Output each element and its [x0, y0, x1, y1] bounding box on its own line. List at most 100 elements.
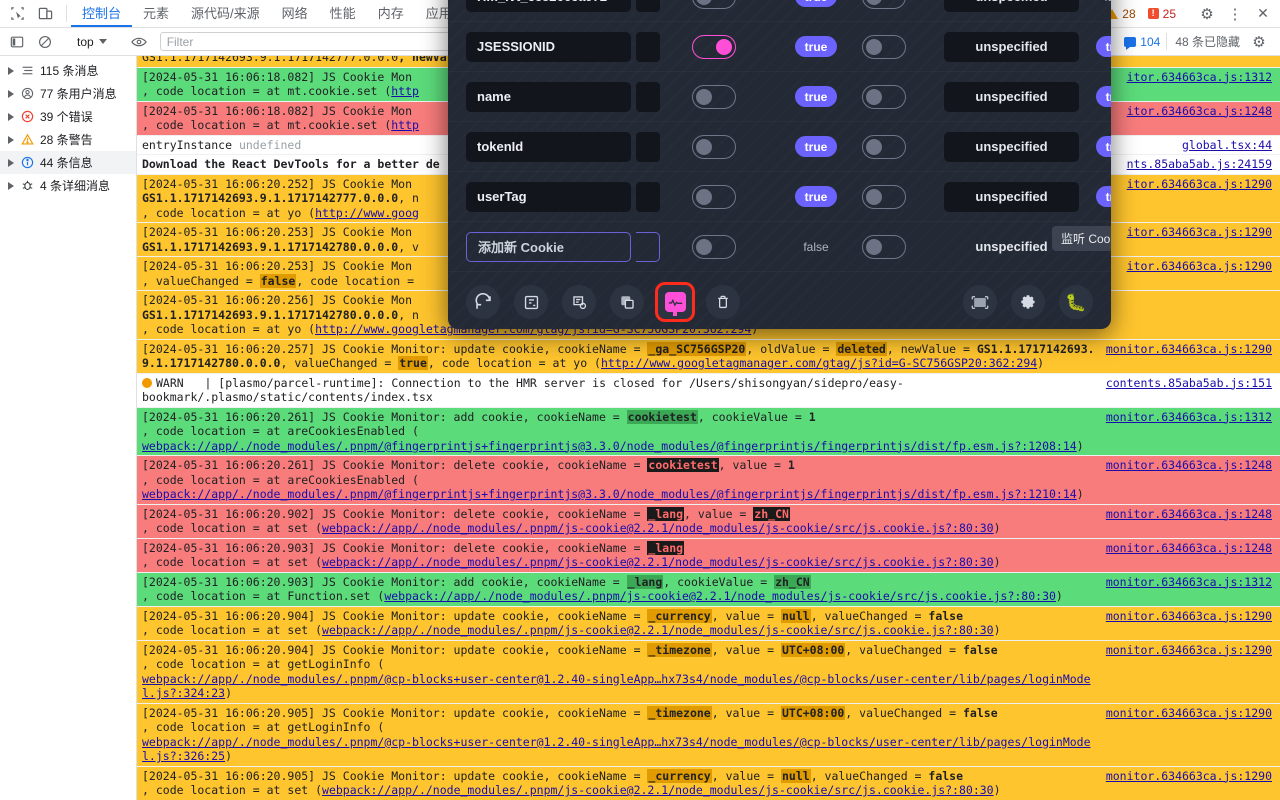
cookie-row[interactable]: Hm_lvt_cc8266ca972 true unspecified false [448, 0, 1111, 22]
session-toggle[interactable] [862, 185, 906, 209]
console-source-link[interactable]: monitor.634663ca.js:1248 [1106, 541, 1280, 556]
sidebar-item-messages[interactable]: 115 条消息 [0, 59, 136, 82]
sidebar-item-warnings[interactable]: 28 条警告 [0, 128, 136, 151]
cookie-value-input[interactable] [636, 132, 660, 162]
partitioned-pill[interactable]: true [1096, 86, 1111, 107]
message-count-badge[interactable]: 104 [1124, 35, 1160, 49]
expand-arrow-icon[interactable] [8, 159, 14, 167]
close-icon[interactable]: ✕ [1250, 2, 1276, 26]
settings-gear-icon[interactable] [1011, 285, 1045, 319]
console-source-link[interactable]: monitor.634663ca.js:1290 [1106, 609, 1280, 624]
samesite-select[interactable]: unspecified [944, 82, 1079, 112]
partitioned-pill[interactable]: true [1096, 186, 1111, 207]
tab-sources[interactable]: 源代码/来源 [180, 0, 271, 27]
execution-context-select[interactable]: top [71, 33, 113, 51]
cookie-name-input[interactable]: name [466, 82, 631, 112]
session-toggle[interactable] [862, 135, 906, 159]
partitioned-pill[interactable]: false [1094, 0, 1111, 7]
secure-pill[interactable]: true [795, 136, 838, 157]
console-source-link[interactable]: monitor.634663ca.js:1312 [1106, 410, 1280, 425]
console-log-row[interactable]: [2024-05-31 16:06:20.903] JS Cookie Moni… [137, 573, 1280, 607]
tab-elements[interactable]: 元素 [132, 0, 180, 27]
http-only-toggle[interactable] [692, 185, 736, 209]
console-source-link[interactable]: nts.85aba5ab.js:24159 [1127, 157, 1280, 172]
more-options-icon[interactable]: ⋮ [1222, 2, 1248, 26]
http-only-toggle[interactable] [692, 35, 736, 59]
http-only-toggle[interactable] [692, 0, 736, 9]
monitor-cookie-icon[interactable] [658, 285, 692, 319]
partitioned-pill[interactable]: true [1096, 36, 1111, 57]
cookie-row[interactable]: 添加新 Cookiefalseunspecifiedfalse [448, 222, 1111, 272]
live-expression-icon[interactable] [126, 30, 152, 54]
console-source-link[interactable]: monitor.634663ca.js:1312 [1106, 575, 1280, 590]
clear-console-icon[interactable] [32, 30, 58, 54]
console-log-row[interactable]: [2024-05-31 16:06:20.261] JS Cookie Moni… [137, 456, 1280, 505]
cookie-value-input[interactable] [636, 0, 660, 12]
session-toggle[interactable] [862, 35, 906, 59]
console-log-row[interactable]: [2024-05-31 16:06:20.904] JS Cookie Moni… [137, 641, 1280, 704]
console-log-row[interactable]: WARN | [plasmo/parcel-runtime]: Connecti… [137, 374, 1280, 408]
sidebar-toggle-icon[interactable] [4, 30, 30, 54]
session-toggle[interactable] [862, 85, 906, 109]
console-log-row[interactable]: [2024-05-31 16:06:20.905] JS Cookie Moni… [137, 767, 1280, 800]
console-source-link[interactable]: itor.634663ca.js:1312 [1127, 70, 1280, 85]
inspect-element-icon[interactable] [4, 2, 30, 26]
console-source-link[interactable]: itor.634663ca.js:1248 [1127, 104, 1280, 119]
filter-input[interactable] [160, 32, 450, 51]
tab-memory[interactable]: 内存 [367, 0, 415, 27]
console-source-link[interactable]: monitor.634663ca.js:1290 [1106, 643, 1280, 658]
cookie-name-input[interactable]: userTag [466, 182, 631, 212]
gear-icon[interactable]: ⚙ [1194, 2, 1220, 26]
sidebar-item-errors[interactable]: 39 个错误 [0, 105, 136, 128]
tab-console[interactable]: 控制台 [71, 0, 132, 27]
sidebar-item-user-messages[interactable]: 77 条用户消息 [0, 82, 136, 105]
console-log-row[interactable]: [2024-05-31 16:06:20.261] JS Cookie Moni… [137, 408, 1280, 457]
cookie-value-input[interactable] [636, 182, 660, 212]
console-source-link[interactable]: global.tsx:44 [1182, 138, 1280, 153]
expand-arrow-icon[interactable] [8, 67, 14, 75]
add-new-cookie-input[interactable]: 添加新 Cookie [466, 232, 631, 262]
cookie-value-input[interactable] [636, 32, 660, 62]
console-log-row[interactable]: [2024-05-31 16:06:20.903] JS Cookie Moni… [137, 539, 1280, 573]
error-count-badge[interactable]: ! 25 [1143, 7, 1181, 21]
console-source-link[interactable]: itor.634663ca.js:1290 [1127, 259, 1280, 274]
device-toolbar-icon[interactable] [32, 2, 58, 26]
cookie-name-input[interactable]: Hm_lvt_cc8266ca972 [466, 0, 631, 12]
cookie-editor-popup[interactable]: Hm_lvt_cc8266ca972trueunspecifiedfalseJS… [448, 0, 1111, 329]
expand-arrow-icon[interactable] [8, 113, 14, 121]
expand-arrow-icon[interactable] [8, 90, 14, 98]
console-source-link[interactable]: contents.85aba5ab.js:151 [1106, 376, 1280, 391]
import-cookie-icon[interactable] [514, 285, 548, 319]
cookie-row[interactable]: JSESSIONIDtrueunspecifiedtrue [448, 22, 1111, 72]
samesite-select[interactable]: unspecified [944, 132, 1079, 162]
cookie-row[interactable]: nametrueunspecifiedtrue [448, 72, 1111, 122]
samesite-select[interactable]: unspecified [944, 32, 1079, 62]
console-source-link[interactable]: monitor.634663ca.js:1290 [1106, 769, 1280, 784]
partitioned-pill[interactable]: true [1096, 136, 1111, 157]
console-log-row[interactable]: [2024-05-31 16:06:20.904] JS Cookie Moni… [137, 607, 1280, 641]
fullscreen-icon[interactable] [963, 285, 997, 319]
delete-cookie-icon[interactable] [706, 285, 740, 319]
console-log-row[interactable]: [2024-05-31 16:06:20.257] JS Cookie Moni… [137, 340, 1280, 374]
console-source-link[interactable]: itor.634663ca.js:1290 [1127, 177, 1280, 192]
console-log-row[interactable]: [2024-05-31 16:06:20.905] JS Cookie Moni… [137, 704, 1280, 767]
sidebar-item-info[interactable]: 44 条信息 [0, 151, 136, 174]
console-log-row[interactable]: [2024-05-31 16:06:20.902] JS Cookie Moni… [137, 505, 1280, 539]
secure-pill[interactable]: true [795, 36, 838, 57]
secure-pill[interactable]: true [795, 186, 838, 207]
console-source-link[interactable]: monitor.634663ca.js:1248 [1106, 507, 1280, 522]
http-only-toggle[interactable] [692, 135, 736, 159]
session-toggle[interactable] [862, 0, 906, 9]
samesite-select[interactable]: unspecified [944, 0, 1079, 12]
cookie-value-input[interactable] [636, 82, 660, 112]
console-source-link[interactable]: monitor.634663ca.js:1290 [1106, 342, 1280, 357]
cookie-name-input[interactable]: tokenId [466, 132, 631, 162]
http-only-toggle[interactable] [692, 85, 736, 109]
http-only-toggle[interactable] [692, 235, 736, 259]
console-source-link[interactable]: monitor.634663ca.js:1248 [1106, 458, 1280, 473]
refresh-icon[interactable] [466, 285, 500, 319]
caterpillar-icon[interactable]: 🐛 [1059, 285, 1093, 319]
samesite-select[interactable]: unspecified [944, 182, 1079, 212]
session-toggle[interactable] [862, 235, 906, 259]
secure-pill[interactable]: true [795, 0, 838, 7]
